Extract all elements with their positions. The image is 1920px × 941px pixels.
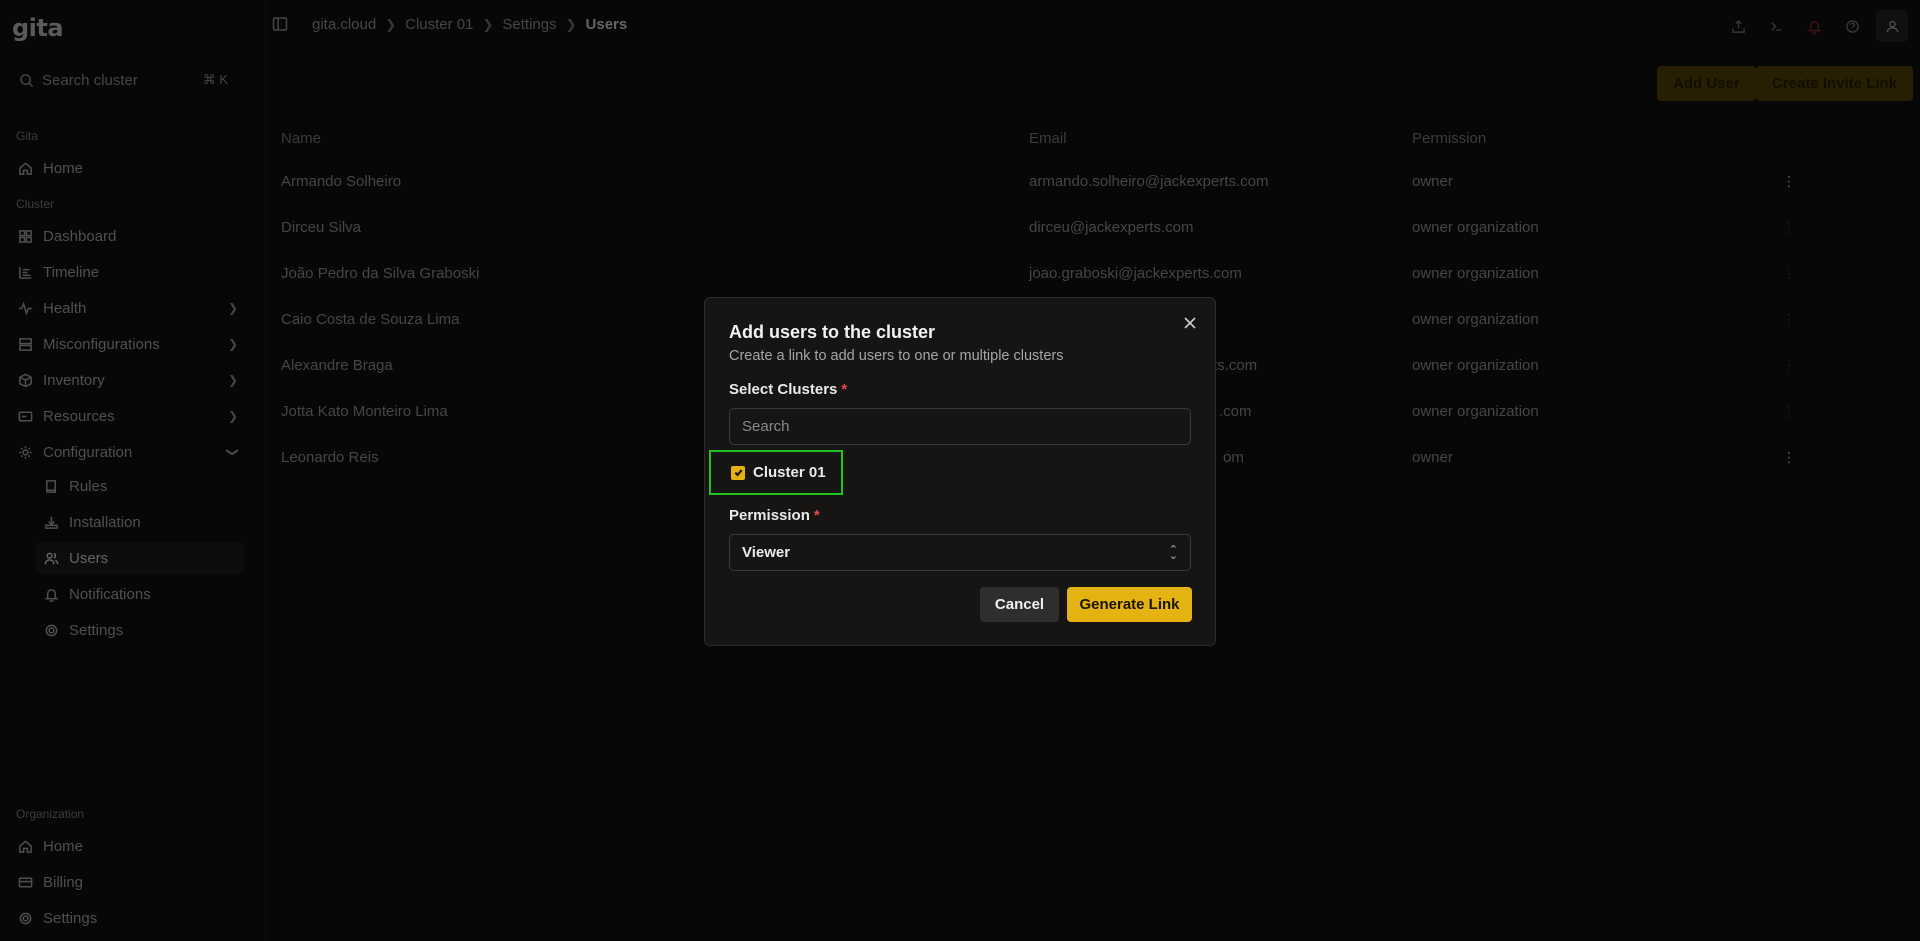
permission-label: Permission * bbox=[729, 507, 820, 524]
required-mark: * bbox=[813, 507, 820, 524]
required-mark: * bbox=[841, 381, 848, 398]
select-clusters-label: Select Clusters * bbox=[729, 381, 847, 398]
dialog-subtitle: Create a link to add users to one or mul… bbox=[729, 348, 1064, 364]
checkbox-checked-icon[interactable] bbox=[731, 465, 745, 480]
chevrons-up-down-icon: ⌃ ⌄ bbox=[1168, 543, 1178, 562]
permission-label-text: Permission bbox=[729, 507, 810, 524]
permission-select-value: Viewer bbox=[742, 544, 791, 561]
cancel-button[interactable]: Cancel bbox=[980, 587, 1059, 622]
permission-select[interactable]: Viewer ⌃ ⌄ bbox=[729, 534, 1191, 571]
close-icon[interactable] bbox=[1181, 314, 1199, 332]
add-users-dialog: Add users to the cluster Create a link t… bbox=[704, 297, 1216, 646]
dialog-title: Add users to the cluster bbox=[729, 322, 936, 342]
generate-link-button[interactable]: Generate Link bbox=[1067, 587, 1192, 622]
select-clusters-label-text: Select Clusters bbox=[729, 381, 838, 398]
cluster-search-input[interactable] bbox=[729, 408, 1191, 445]
cluster-option-label: Cluster 01 bbox=[753, 464, 826, 481]
cluster-option-cluster-01[interactable]: Cluster 01 bbox=[709, 450, 843, 495]
